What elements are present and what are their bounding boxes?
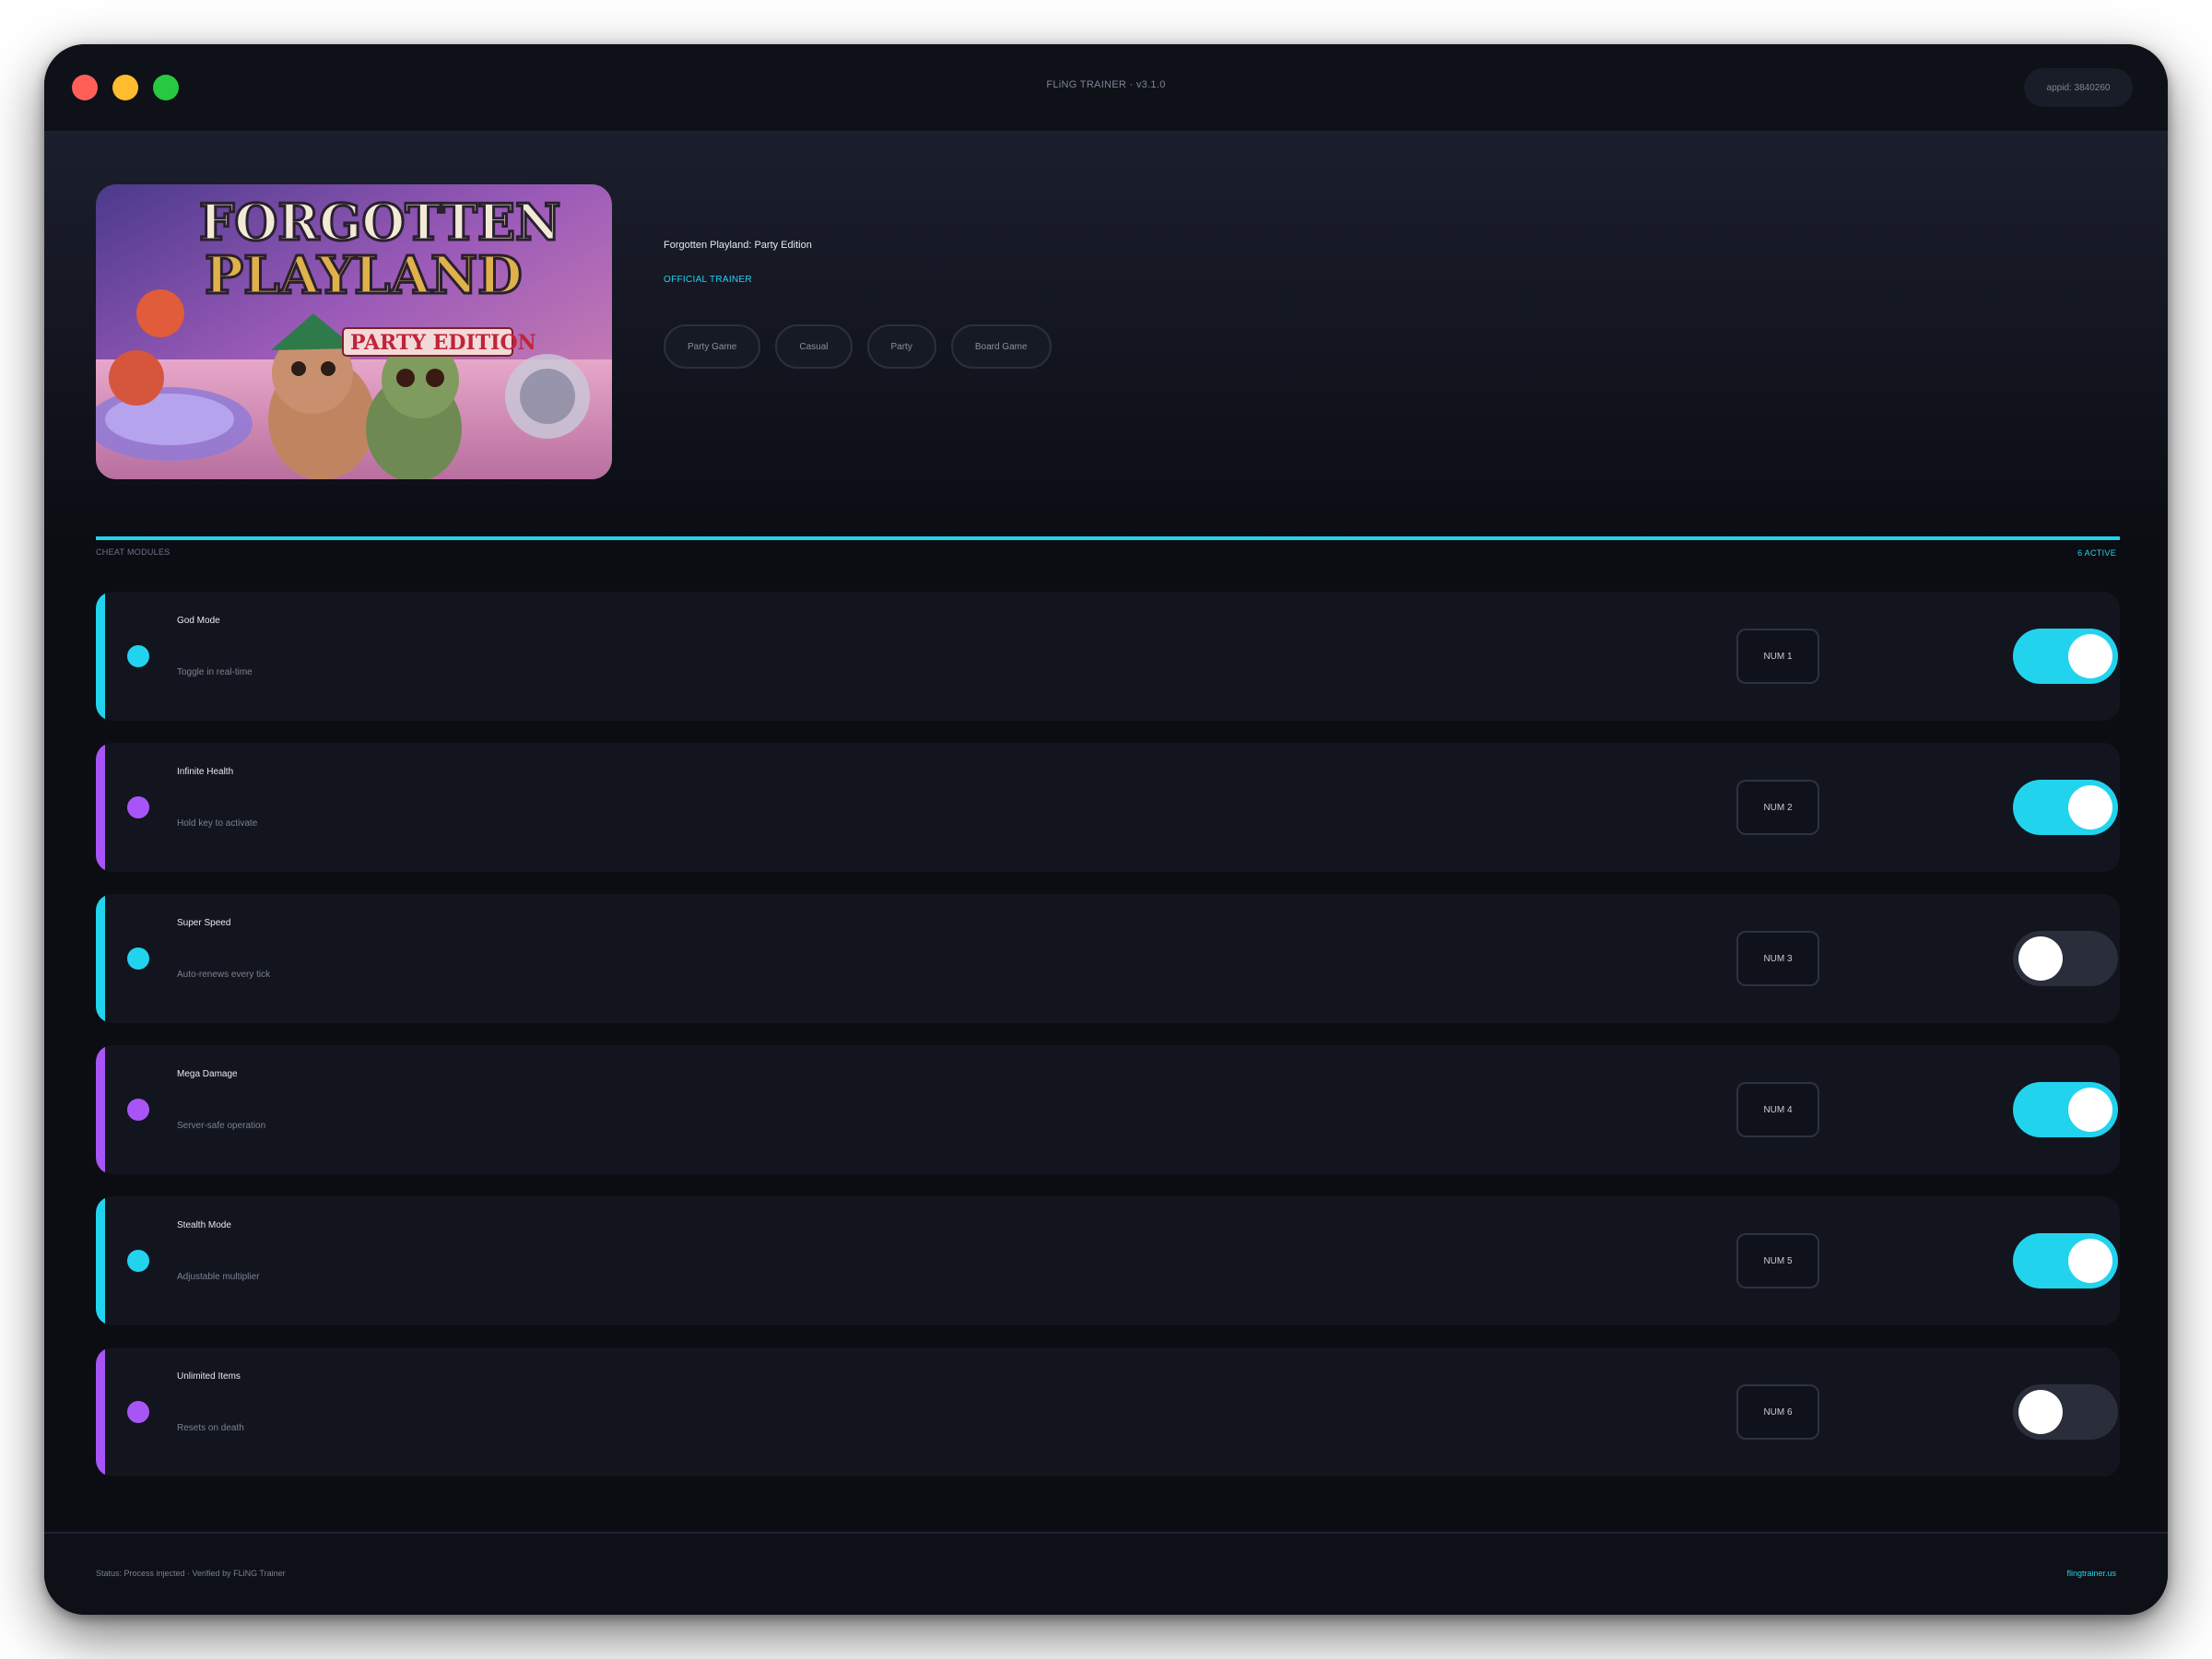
module-accent-bar [96, 1196, 105, 1325]
module-accent-bar [96, 1347, 105, 1477]
module-status-dot [127, 1250, 149, 1272]
module-status-dot [127, 796, 149, 818]
module-description: Adjustable multiplier [177, 1272, 260, 1282]
module-toggle-switch[interactable] [2013, 780, 2118, 835]
module-description: Toggle in real-time [177, 667, 253, 677]
module-accent-bar [96, 743, 105, 872]
game-tags: Party Game Casual Party Board Game [664, 324, 1052, 369]
cheat-module-row: Mega Damage Server-safe operation NUM 4 [96, 1045, 2120, 1174]
trainer-window: FLiNG TRAINER · v3.1.0 appid: 3840260 FO… [44, 44, 2168, 1615]
window-title: FLiNG TRAINER · v3.1.0 [1046, 79, 1166, 90]
section-title: CHEAT MODULES [96, 547, 171, 557]
module-description: Server-safe operation [177, 1121, 266, 1131]
toggle-knob [2068, 634, 2112, 678]
module-accent-bar [96, 894, 105, 1023]
module-name: Unlimited Items [177, 1371, 241, 1382]
hotkey-button[interactable]: NUM 6 [1736, 1384, 1819, 1440]
cover-title-line1: FORGOTTEN [199, 193, 560, 252]
toggle-knob [2018, 936, 2063, 981]
module-toggle-switch[interactable] [2013, 629, 2118, 684]
hotkey-button[interactable]: NUM 1 [1736, 629, 1819, 684]
active-count: 6 ACTIVE [2077, 548, 2116, 558]
game-header: FORGOTTEN PLAYLAND PARTY EDITION Forgott… [44, 133, 2168, 538]
cheat-module-row: Super Speed Auto-renews every tick NUM 3 [96, 894, 2120, 1023]
module-status-dot [127, 1401, 149, 1423]
cover-title-line3: PARTY EDITION [350, 331, 536, 355]
status-footer: Status: Process injected · Verified by F… [44, 1532, 2168, 1615]
module-accent-bar [96, 1045, 105, 1174]
appid-badge: appid: 3840260 [2024, 68, 2133, 107]
module-name: God Mode [177, 616, 220, 626]
module-toggle-switch[interactable] [2013, 1082, 2118, 1137]
module-description: Auto-renews every tick [177, 970, 271, 980]
tag-pill[interactable]: Board Game [950, 324, 1052, 369]
tag-pill[interactable]: Party Game [664, 324, 761, 369]
game-name: Forgotten Playland: Party Edition [664, 240, 812, 251]
module-description: Hold key to activate [177, 818, 258, 829]
official-trainer-badge: OFFICIAL TRAINER [664, 275, 752, 285]
tag-pill[interactable]: Casual [775, 324, 853, 369]
cheat-module-row: God Mode Toggle in real-time NUM 1 [96, 592, 2120, 721]
module-status-dot [127, 1099, 149, 1121]
hotkey-button[interactable]: NUM 2 [1736, 780, 1819, 835]
module-description: Resets on death [177, 1423, 244, 1433]
module-name: Mega Damage [177, 1069, 238, 1079]
module-accent-bar [96, 592, 105, 721]
module-toggle-switch[interactable] [2013, 1233, 2118, 1288]
hotkey-button[interactable]: NUM 5 [1736, 1233, 1819, 1288]
toggle-knob [2068, 1088, 2112, 1132]
toggle-knob [2068, 785, 2112, 830]
hotkey-button[interactable]: NUM 4 [1736, 1082, 1819, 1137]
module-name: Super Speed [177, 918, 231, 928]
module-toggle-switch[interactable] [2013, 931, 2118, 986]
section-divider [96, 536, 2120, 540]
module-name: Infinite Health [177, 767, 234, 777]
title-bar: FLiNG TRAINER · v3.1.0 appid: 3840260 [44, 44, 2168, 133]
tag-pill[interactable]: Party [866, 324, 936, 369]
toggle-knob [2068, 1239, 2112, 1283]
cheat-module-row: Unlimited Items Resets on death NUM 6 [96, 1347, 2120, 1477]
module-status-dot [127, 947, 149, 970]
status-text: Status: Process injected · Verified by F… [96, 1569, 286, 1578]
game-cover-art: FORGOTTEN PLAYLAND PARTY EDITION [96, 184, 612, 479]
module-toggle-switch[interactable] [2013, 1384, 2118, 1440]
toggle-knob [2018, 1390, 2063, 1434]
module-name: Stealth Mode [177, 1220, 231, 1230]
cover-title-line2: PLAYLAND [205, 245, 523, 306]
cheat-module-row: Infinite Health Hold key to activate NUM 2 [96, 743, 2120, 872]
hotkey-button[interactable]: NUM 3 [1736, 931, 1819, 986]
module-status-dot [127, 645, 149, 667]
cheat-module-row: Stealth Mode Adjustable multiplier NUM 5 [96, 1196, 2120, 1325]
website-link[interactable]: flingtrainer.us [2066, 1569, 2116, 1578]
